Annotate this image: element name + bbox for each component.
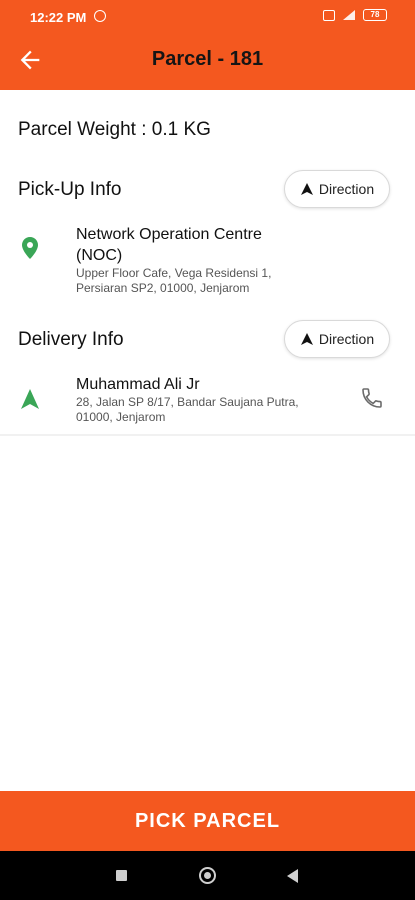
pickup-address-line2: Persiaran SP2, 01000, Jenjarom [76,281,250,295]
pick-parcel-button[interactable]: PICK PARCEL [0,791,415,851]
navigation-arrow-icon [21,389,39,409]
navigation-arrow-icon [300,183,313,195]
app-bar: 12:22 PM 78 Parcel - 181 [0,0,415,90]
phone-icon[interactable] [360,386,384,410]
pickup-name-line2: (NOC) [76,247,123,264]
navigation-arrow-icon [300,333,313,345]
delivery-address-line2: 01000, Jenjarom [76,410,166,424]
parcel-weight: Parcel Weight : 0.1 KG [18,119,211,140]
recent-apps-icon[interactable] [116,870,127,881]
status-time: 12:22 PM [30,10,87,25]
back-icon[interactable] [287,869,298,883]
pickup-direction-label: Direction [318,181,375,197]
signal-icon [343,10,355,20]
home-icon[interactable] [199,867,216,884]
pickup-address-line1: Upper Floor Cafe, Vega Residensi 1, [76,266,272,280]
pickup-section-title: Pick-Up Info [18,179,122,200]
page-title: Parcel - 181 [151,48,264,70]
delivery-address-line1: 28, Jalan SP 8/17, Bandar Saujana Putra, [76,395,299,409]
battery-icon: 78 [363,9,387,21]
status-icons: 78 [323,9,387,21]
section-divider [0,434,415,436]
notification-icon [323,9,335,21]
pickup-direction-button[interactable]: Direction [284,170,390,208]
status-bar: 12:22 PM 78 [0,0,415,33]
system-nav-bar [0,851,415,900]
pickup-name-line1: Network Operation Centre [76,226,262,243]
delivery-direction-label: Direction [318,331,375,347]
delivery-recipient-name: Muhammad Ali Jr [76,376,200,393]
delivery-section-title: Delivery Info [18,329,124,350]
whatsapp-icon [94,10,106,22]
location-pin-icon [22,237,38,259]
delivery-direction-button[interactable]: Direction [284,320,390,358]
